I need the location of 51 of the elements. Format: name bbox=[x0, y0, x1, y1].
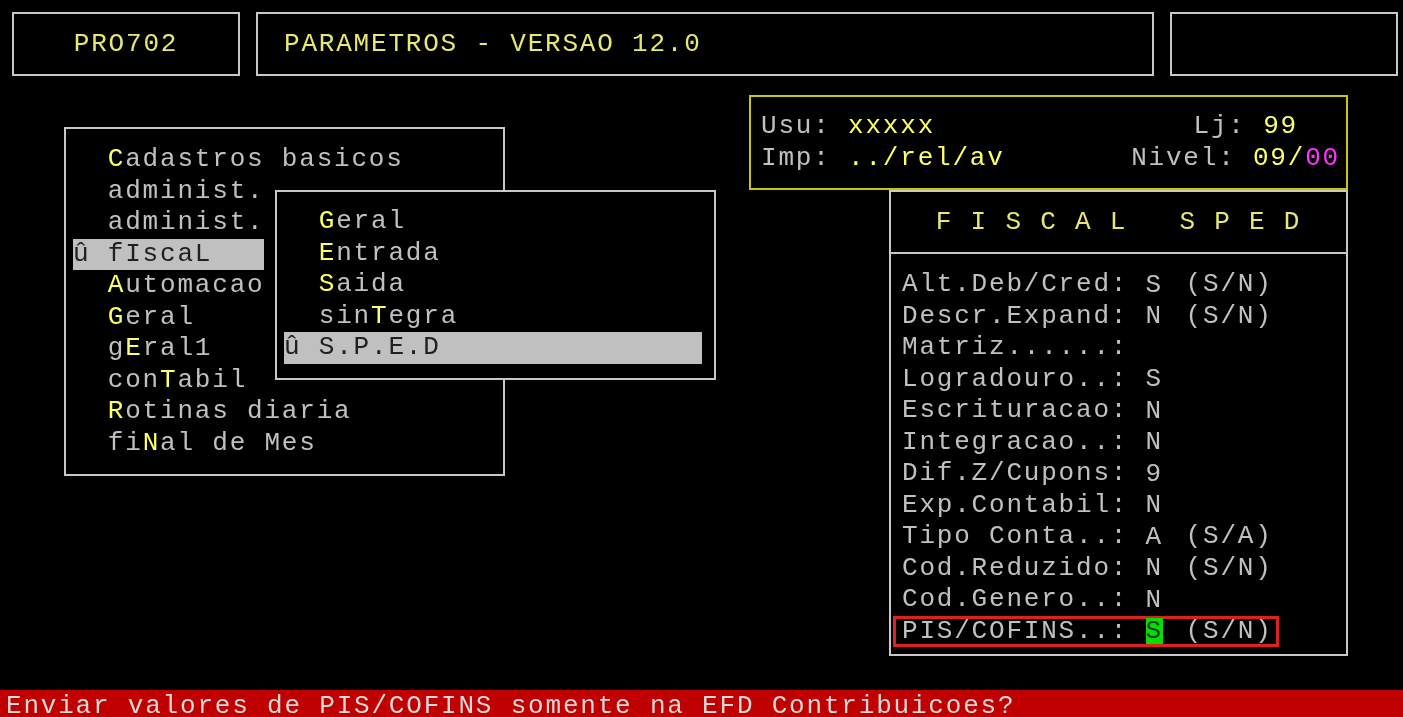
menu-item[interactable]: Entrada bbox=[284, 237, 441, 269]
info-text: Usu: xxxxx bbox=[761, 111, 936, 143]
field-label: Dif.Z/Cupons: bbox=[902, 461, 1130, 487]
menu-item[interactable]: Automacao bbox=[73, 270, 265, 302]
field-hint: (S/N) bbox=[1185, 303, 1273, 329]
title-panel: PARAMETROS - VERSAO 12.0 bbox=[256, 12, 1154, 76]
menu-item[interactable]: Saida bbox=[284, 269, 406, 301]
field-value[interactable]: N bbox=[1145, 397, 1163, 424]
menu-item[interactable]: g E ral1 bbox=[73, 333, 213, 365]
field-value[interactable]: S bbox=[1145, 618, 1163, 645]
menu-item[interactable]: û fIscaL bbox=[73, 238, 265, 270]
field-value[interactable]: S bbox=[1145, 366, 1163, 393]
field-hint: (S/N) bbox=[1185, 272, 1273, 298]
field-label: Matriz......: bbox=[902, 335, 1130, 361]
info-text: Lj: 99 bbox=[1193, 111, 1298, 143]
menu-item[interactable]: fiNal de Mes bbox=[73, 427, 317, 459]
field-hint: (S/N) bbox=[1185, 555, 1273, 581]
menu-item[interactable]: sinTegra bbox=[284, 300, 459, 332]
field-label: Alt.Deb/Cred: bbox=[902, 272, 1130, 298]
field-label: Escrituracao: bbox=[902, 398, 1130, 424]
menu-item[interactable]: û S.P.E.D bbox=[284, 332, 702, 364]
program-code-panel: PRO702 bbox=[12, 12, 240, 76]
field-value[interactable]: S bbox=[1145, 271, 1163, 298]
field-label: Descr.Expand: bbox=[902, 303, 1130, 329]
field-value[interactable]: N bbox=[1145, 555, 1163, 582]
field-value[interactable]: N bbox=[1145, 492, 1163, 519]
menu-item[interactable]: Rotinas diaria bbox=[73, 396, 352, 428]
menu-item[interactable]: administ. bbox=[73, 207, 265, 239]
field-hint: (S/N) bbox=[1185, 618, 1273, 644]
field-label: Tipo Conta..: bbox=[902, 524, 1130, 550]
menu-item[interactable]: Geral bbox=[284, 206, 406, 238]
status-message: Enviar valores de PIS/COFINS somente na EFD Contribuicoes? bbox=[0, 690, 1403, 717]
field-label: Cod.Genero..: bbox=[902, 587, 1130, 613]
info-text: Imp: ../rel/av bbox=[761, 142, 1005, 174]
field-label: Exp.Contabil: bbox=[902, 492, 1130, 518]
field-label: Integracao..: bbox=[902, 429, 1130, 455]
field-hint: (S/A) bbox=[1185, 524, 1273, 550]
field-value[interactable]: 9 bbox=[1145, 460, 1163, 487]
field-value[interactable]: N bbox=[1145, 429, 1163, 456]
field-value[interactable]: N bbox=[1145, 586, 1163, 613]
panel-title: F I S C A L S P E D bbox=[891, 192, 1346, 254]
field-value[interactable]: N bbox=[1145, 303, 1163, 330]
menu-item[interactable]: administ. bbox=[73, 175, 265, 207]
field-label: Cod.Reduzido: bbox=[902, 555, 1130, 581]
menu-item[interactable]: conTabil bbox=[73, 364, 248, 396]
field-label: Logradouro..: bbox=[902, 366, 1130, 392]
field-label: PIS/COFINS..: bbox=[902, 618, 1130, 644]
menu-item[interactable]: Geral bbox=[73, 301, 195, 333]
field-value[interactable]: A bbox=[1145, 523, 1163, 550]
menu-item[interactable]: Cadastros basicos bbox=[73, 144, 404, 176]
info-text: Nivel: 09/00 bbox=[1131, 142, 1340, 174]
